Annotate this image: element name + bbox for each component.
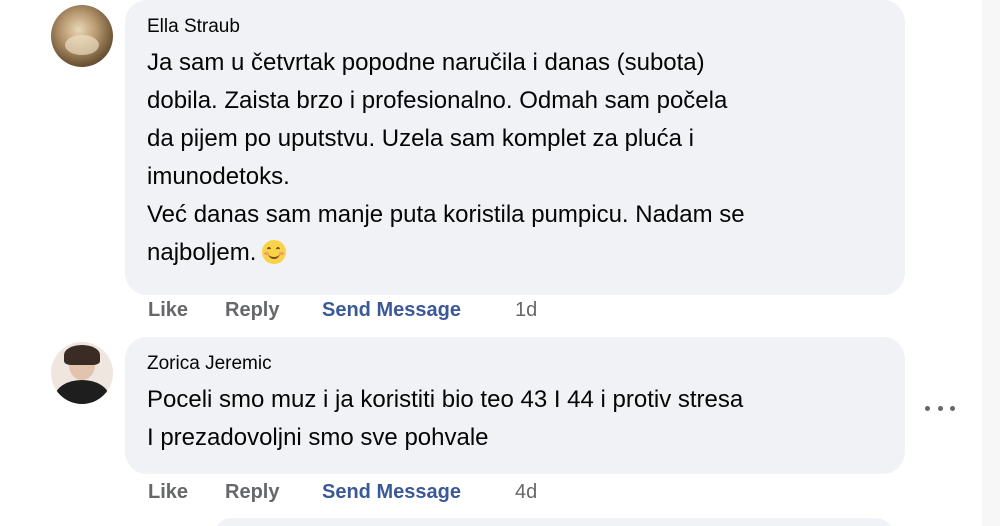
comment-text-line: Poceli smo muz i ja koristiti bio teo 43… (147, 386, 744, 413)
comment-author[interactable]: Zorica Jeremic (147, 351, 883, 377)
send-message-button[interactable]: Send Message (322, 299, 515, 322)
send-message-button[interactable]: Send Message (322, 481, 515, 504)
comment-text-line: imunodetoks. (147, 163, 290, 190)
comment-bubble-zorica-jeremic: Zorica Jeremic Poceli smo muz i ja koris… (125, 337, 905, 474)
like-button[interactable]: Like (148, 481, 225, 504)
comment-actions: Like Reply Send Message 4d (148, 481, 537, 504)
comment-text-line: I prezadovoljni smo sve pohvale (147, 424, 489, 451)
scroll-edge (982, 0, 1000, 526)
comment-text-line: najboljem. (147, 239, 257, 266)
comment-text-line: dobila. Zaista brzo i profesionalno. Odm… (147, 87, 728, 114)
comment-bubble-ella-straub: Ella Straub Ja sam u četvrtak popodne na… (125, 0, 905, 295)
like-button[interactable]: Like (148, 299, 225, 322)
more-options-icon[interactable] (925, 398, 955, 418)
smiling-face-emoji-icon (262, 240, 287, 264)
reply-button[interactable]: Reply (225, 481, 322, 504)
avatar-zorica-jeremic[interactable] (51, 342, 113, 404)
comment-timestamp[interactable]: 1d (515, 299, 537, 322)
comment-timestamp[interactable]: 4d (515, 481, 537, 504)
comment-text-line: Već danas sam manje puta koristila pumpi… (147, 201, 745, 228)
comment-text-last-line: najboljem. (147, 234, 883, 272)
comment-text-line: da pijem po uputstvu. Uzela sam komplet … (147, 125, 694, 152)
comment-text-line: Ja sam u četvrtak popodne naručila i dan… (147, 49, 705, 76)
next-comment-bubble (214, 518, 894, 526)
reply-button[interactable]: Reply (225, 299, 322, 322)
comment-author[interactable]: Ella Straub (147, 14, 883, 40)
avatar-ella-straub[interactable] (51, 5, 113, 67)
comments-thread: Ella Straub Ja sam u četvrtak popodne na… (0, 0, 1000, 526)
comment-actions: Like Reply Send Message 1d (148, 299, 537, 322)
